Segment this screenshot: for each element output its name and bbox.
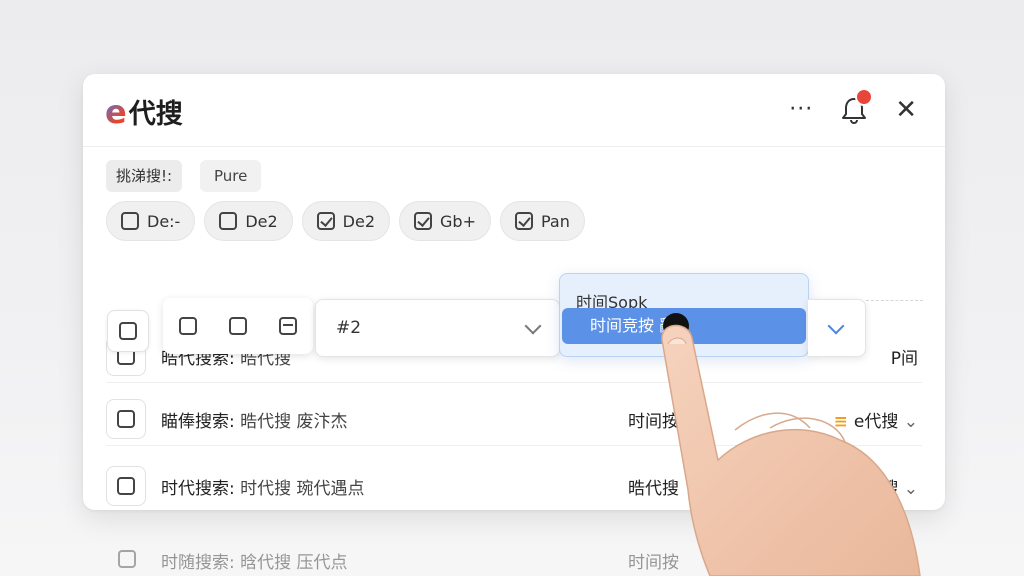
- logo-e-icon: e: [105, 92, 127, 131]
- filter-pill-5[interactable]: Pan: [499, 201, 585, 241]
- search-panel: e 代搜 ··· ✕ 挑涕搜!: Pure De:- De2 De2 Gb+ P…: [83, 74, 945, 510]
- row-time: 时间按: [628, 412, 679, 432]
- filter-pill-1[interactable]: De:-: [106, 201, 196, 241]
- row-checkbox[interactable]: [106, 399, 146, 439]
- bulk-toolbar: [163, 298, 313, 354]
- close-icon[interactable]: ✕: [895, 97, 917, 123]
- chevron-down-icon: [524, 317, 542, 335]
- menu-icon: ≡: [833, 412, 848, 432]
- row-title: 时代搜索: 时代搜 琬代遇点: [161, 479, 365, 499]
- row-source[interactable]: ≡ e代搜 ⌄: [834, 407, 918, 432]
- panel-header: e 代搜 ··· ✕: [83, 74, 945, 147]
- checkbox-checked-icon: [316, 212, 335, 230]
- row-source[interactable]: 搜 ⌄: [881, 474, 918, 499]
- filter-label: 挑涕搜!:: [106, 160, 183, 192]
- checkbox-minus-icon[interactable]: [279, 317, 297, 335]
- filter-pill-2[interactable]: De2: [204, 201, 293, 241]
- filter-pill-4[interactable]: Gb+: [399, 201, 491, 241]
- checkbox-icon: [219, 212, 238, 230]
- checkbox-icon: [119, 322, 137, 340]
- more-icon[interactable]: ···: [789, 99, 813, 121]
- reflection: 时随搜索: 晗代搜 压代点 时间按: [83, 510, 945, 576]
- filter-pill-3[interactable]: De2: [301, 201, 391, 241]
- row-checkbox[interactable]: [106, 466, 146, 506]
- app-logo: e 代搜: [105, 92, 183, 131]
- app-title: 代搜: [128, 99, 183, 130]
- table-row[interactable]: 瞄俸搜索: 晧代搜 废汴杰 时间按 ≡ e代搜 ⌄: [106, 387, 922, 446]
- checkbox-icon[interactable]: [179, 317, 197, 335]
- chevron-down-icon: [827, 317, 845, 335]
- notification-badge: [855, 88, 874, 106]
- filter-pills: De:- De2 De2 Gb+ Pan: [106, 201, 585, 241]
- divider: [866, 300, 923, 301]
- checkbox-icon: [118, 550, 136, 568]
- checkbox-icon: [117, 477, 135, 495]
- filter-value-chip[interactable]: Pure: [200, 160, 262, 192]
- table-row[interactable]: 时代搜索: 时代搜 琬代遇点 晧代搜 搜 ⌄: [106, 454, 922, 510]
- select-dropdown[interactable]: #2: [315, 299, 560, 357]
- select-dropdown-tail[interactable]: [808, 299, 866, 357]
- checkbox-checked-icon: [414, 212, 433, 230]
- select-value: #2: [336, 318, 362, 338]
- dropdown-menu: 时间Sopk 时间竞按 辭: [559, 273, 809, 357]
- checkbox-icon[interactable]: [229, 317, 247, 335]
- bell-icon[interactable]: [841, 88, 874, 125]
- checkbox-icon: [117, 410, 135, 428]
- checkbox-icon: [121, 212, 139, 230]
- dropdown-option-selected[interactable]: 时间竞按 辭: [562, 308, 806, 344]
- select-all-checkbox[interactable]: [107, 310, 149, 352]
- checkbox-checked-icon: [514, 212, 533, 230]
- row-title: 瞄俸搜索: 晧代搜 废汴杰: [161, 412, 348, 432]
- row-time: 晧代搜: [628, 479, 679, 499]
